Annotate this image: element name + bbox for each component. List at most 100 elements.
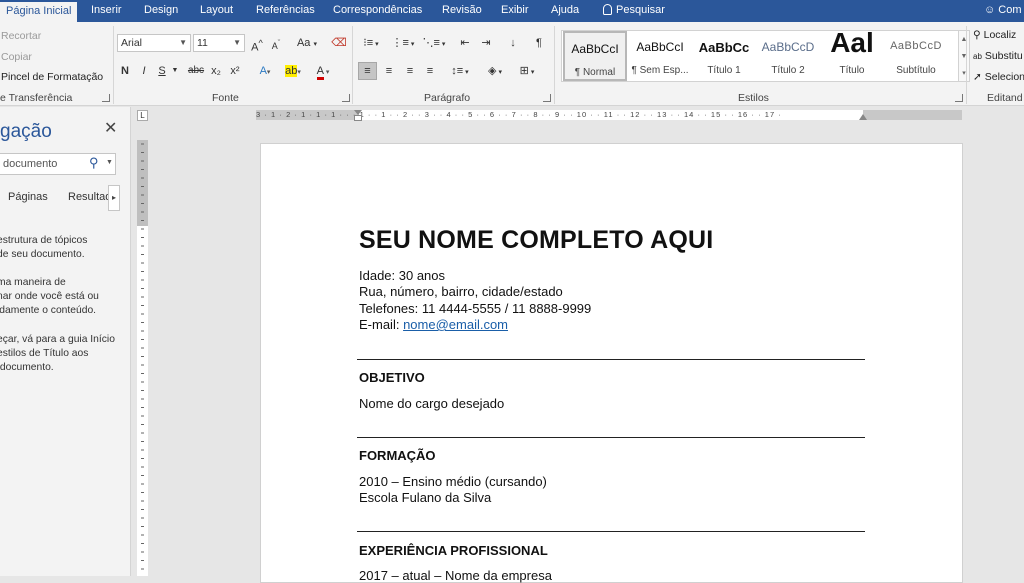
style-heading-2[interactable]: AaBbCcD Título 2 [756,31,820,81]
resume-address[interactable]: Rua, número, bairro, cidade/estado [359,284,563,299]
strikethrough-button[interactable]: abc [186,62,206,80]
tell-me-search[interactable]: Pesquisar [603,0,665,22]
sort-button[interactable]: ↓ [505,34,521,52]
nav-message-line: eçar, vá para a guia Início estilos de T… [0,334,115,373]
lightbulb-icon [603,4,612,15]
text-effects-button[interactable]: A▾ [254,62,276,80]
expand-gallery-icon[interactable]: ▾ [959,65,969,82]
education-school[interactable]: Escola Fulano da Silva [359,490,491,505]
close-icon[interactable]: ✕ [104,118,117,138]
group-divider [352,26,353,104]
tab-review[interactable]: Revisão [442,0,482,22]
chevron-down-icon[interactable]: ▼ [959,48,969,65]
tab-insert[interactable]: Inserir [91,0,122,22]
style-normal[interactable]: AaBbCcI ¶ Normal [563,31,627,81]
superscript-button[interactable]: x² [227,62,243,80]
format-painter-button[interactable]: Pincel de Formatação [1,71,103,83]
multilevel-list-button[interactable]: ⋱≡ ▾ [421,34,447,52]
experience-heading[interactable]: EXPERIÊNCIA PROFISSIONAL [359,543,548,558]
align-left-button[interactable]: ≡ [358,62,377,80]
bold-button[interactable]: N [118,62,132,80]
tab-view[interactable]: Exibir [501,0,529,22]
style-no-spacing[interactable]: AaBbCcI ¶ Sem Esp... [628,31,692,81]
education-line[interactable]: 2010 – Ensino médio (cursando) [359,474,547,489]
shading-button[interactable]: ◈ ▾ [482,62,508,80]
styles-scrollbar[interactable]: ▲ ▼ ▾ [958,30,970,82]
numbered-list-icon: ⋮≡ [391,37,409,49]
style-name: Título [839,65,865,76]
line-spacing-button[interactable]: ↕≡ ▾ [446,62,474,80]
numbering-button[interactable]: ⋮≡ ▾ [390,34,416,52]
share-button[interactable]: ☺ Com [984,0,1022,22]
shrink-font-button[interactable]: Aˇ [268,34,284,52]
select-button[interactable]: ➚ Selecion [973,71,1024,83]
font-size-combo[interactable]: 11 ▼ [193,34,245,52]
email-link[interactable]: nome@email.com [403,317,508,332]
borders-button[interactable]: ⊞ ▾ [514,62,540,80]
subscript-button[interactable]: x₂ [208,62,224,80]
align-center-button[interactable]: ≡ [380,62,398,80]
change-case-button[interactable]: Aa ▾ [294,34,320,52]
replace-button[interactable]: ab Substitu [973,50,1023,62]
chevron-down-icon[interactable]: ▼ [106,159,113,166]
tab-layout[interactable]: Layout [200,0,233,22]
tab-pages[interactable]: Páginas [8,191,48,203]
tab-design[interactable]: Design [144,0,178,22]
tab-selector-button[interactable]: L [137,110,148,121]
tab-references[interactable]: Referências [256,0,315,22]
tab-results[interactable]: Resultad [68,191,111,203]
resume-age[interactable]: Idade: 30 anos [359,268,445,283]
italic-button[interactable]: I [137,62,151,80]
chevron-up-icon[interactable]: ▲ [959,31,969,48]
left-indent-marker[interactable] [354,115,362,121]
copy-button[interactable]: Copiar [1,51,32,63]
align-right-button[interactable]: ≡ [401,62,419,80]
underline-button[interactable]: S [155,62,169,80]
increase-indent-button[interactable]: ⇥ [477,34,495,52]
styles-launcher-icon[interactable] [955,94,963,102]
style-preview: AaBbCcI [636,40,684,54]
style-preview: Aal [830,31,874,58]
style-subtitle[interactable]: AaBbCcD Subtítulo [884,31,948,81]
clipboard-launcher-icon[interactable] [102,94,110,102]
tab-mailings[interactable]: Correspondências [333,0,422,22]
styles-group-label: Estilos [738,92,769,104]
bullets-button[interactable]: ⁝≡ ▾ [358,34,384,52]
underline-options-button[interactable]: ▼ [169,62,181,80]
objective-heading[interactable]: OBJETIVO [359,370,425,385]
font-color-icon: A [316,65,324,80]
search-icon[interactable]: ⚲ [89,155,99,171]
group-divider [113,26,114,104]
font-color-button[interactable]: A ▾ [311,62,335,80]
clear-formatting-button[interactable]: ⌫ [330,34,348,52]
font-launcher-icon[interactable] [342,94,350,102]
objective-text[interactable]: Nome do cargo desejado [359,396,504,411]
chevron-right-icon[interactable]: ▸ [108,185,120,211]
show-formatting-button[interactable]: ¶ [532,34,546,52]
tab-help[interactable]: Ajuda [551,0,579,22]
cut-button[interactable]: Recortar [1,30,41,42]
document-page[interactable] [260,143,963,583]
vertical-ruler[interactable] [137,140,148,576]
resume-phones[interactable]: Telefones: 11 4444-5555 / 11 8888-9999 [359,301,591,316]
find-button[interactable]: ⚲ Localiz [973,29,1016,41]
right-indent-marker[interactable] [859,114,867,120]
style-title[interactable]: Aal Título [820,31,884,81]
grow-font-button[interactable]: A^ [249,34,265,54]
justify-button[interactable]: ≡ [421,62,439,80]
chevron-down-icon: ▼ [179,38,187,47]
vertical-scrollbar[interactable] [1012,107,1024,576]
education-heading[interactable]: FORMAÇÃO [359,448,436,463]
tab-home[interactable]: Página Inicial [0,0,78,22]
resume-name-heading[interactable]: SEU NOME COMPLETO AQUI [359,226,713,255]
style-heading-1[interactable]: AaBbCc Título 1 [692,31,756,81]
search-input[interactable]: documento ⚲ ▼ [0,153,116,175]
bullet-list-icon: ⁝≡ [363,37,374,49]
horizontal-ruler[interactable]: 3 · 1 · 2 · 1 · 1 · 1 · · · 1 · · 1 · · … [256,110,962,121]
highlight-button[interactable]: ab▾ [282,62,304,80]
replace-label: Substitu [984,50,1023,62]
decrease-indent-button[interactable]: ⇤ [456,34,474,52]
font-name-combo[interactable]: Arial ▼ [117,34,191,52]
nav-message-line: estrutura de tópicos de seu documento. [0,235,88,260]
paragraph-launcher-icon[interactable] [543,94,551,102]
